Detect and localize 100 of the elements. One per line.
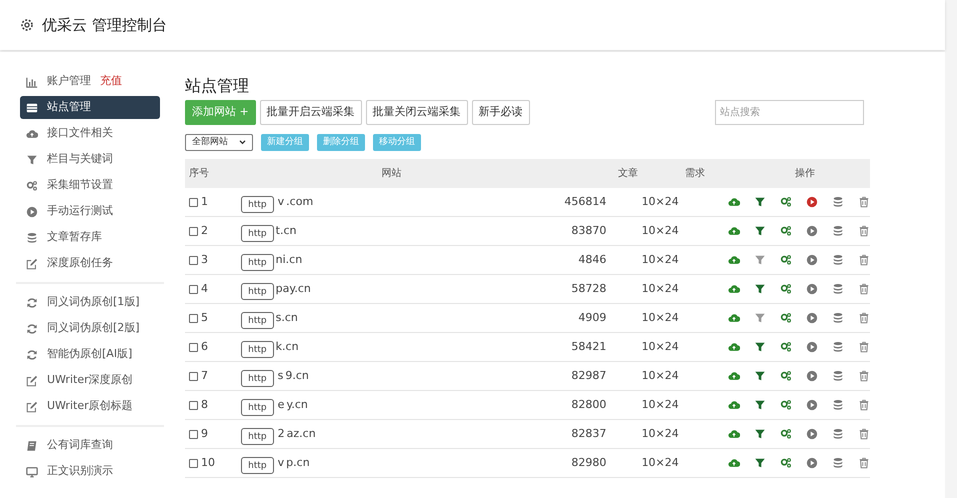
sidebar-item[interactable]: 公有词库查询: [20, 434, 160, 457]
demand-cell-text: 10×24: [640, 338, 680, 355]
row-number: 6: [201, 338, 208, 355]
row-checkbox[interactable]: [189, 372, 198, 380]
site-url: .com: [286, 194, 314, 210]
caret-icon: [239, 140, 246, 145]
row-checkbox[interactable]: [189, 256, 198, 264]
site-url: s: [278, 368, 284, 384]
sidebar-item[interactable]: 正文识别演示: [20, 460, 160, 483]
sidebar-item[interactable]: UWriter深度原创: [20, 369, 160, 392]
site-url: v: [278, 454, 284, 471]
row-number: 7: [201, 368, 208, 384]
gears-icon: [780, 254, 792, 266]
demand-cell-text: 10×24: [640, 396, 680, 413]
site-url: t.cn: [276, 222, 296, 239]
row-number: 2: [201, 222, 208, 239]
gears-icon: [780, 428, 792, 440]
toolbar-button[interactable]: 批量关闭云端采集: [366, 100, 468, 125]
site-url: az.cn: [286, 426, 316, 442]
trash-icon: [858, 196, 870, 208]
demand-cell-text: 10×24: [640, 310, 680, 326]
scheme-tag: http: [241, 283, 274, 300]
article-count: 82980: [570, 454, 608, 471]
scheme-tag: http: [241, 196, 274, 213]
sidebar-item[interactable]: 智能伪原创[AI版]: [20, 343, 160, 366]
article-count: 82987: [570, 368, 608, 384]
gears-icon: [780, 457, 792, 469]
trash-icon: [858, 370, 870, 382]
trash-icon: [858, 399, 870, 411]
row-checkbox[interactable]: [189, 430, 198, 438]
row-checkbox[interactable]: [189, 342, 198, 352]
demand-cell-text: 10×24: [640, 222, 680, 239]
gears-icon: [780, 225, 792, 237]
recharge-link[interactable]: 充值: [100, 73, 122, 90]
article-count: 82837: [570, 426, 608, 442]
row-checkbox[interactable]: [189, 284, 198, 294]
gears-icon: [780, 341, 792, 353]
cloud-upload-icon: [728, 370, 740, 382]
article-count: 58728: [570, 280, 608, 297]
row-checkbox[interactable]: [189, 226, 198, 236]
column-header: 操作: [794, 167, 816, 181]
row-checkbox[interactable]: [189, 314, 198, 322]
sidebar-item[interactable]: 采集细节设置: [20, 174, 160, 197]
sidebar-item[interactable]: 文章暂存库: [20, 226, 160, 249]
sidebar-item[interactable]: 同义词伪原创[2版]: [20, 317, 160, 340]
refresh-icon: [26, 296, 38, 308]
sidebar-item[interactable]: 账户管理 充值: [20, 70, 160, 93]
cloud-upload-icon: [728, 341, 740, 353]
edit-icon: [26, 258, 38, 270]
refresh-icon: [26, 348, 38, 360]
gears-icon: [780, 312, 792, 324]
sidebar-item[interactable]: 手动运行测试: [20, 200, 160, 223]
row-number: 1: [201, 194, 208, 210]
demand-cell-text: 10×24: [640, 368, 680, 384]
article-count: 82800: [570, 396, 608, 413]
row-checkbox[interactable]: [189, 458, 198, 468]
site-url: 2: [278, 426, 285, 442]
database-icon: [832, 283, 844, 295]
sidebar-item[interactable]: 深度原创任务: [20, 252, 160, 275]
scheme-tag: http: [241, 370, 274, 387]
site-url: ni.cn: [276, 252, 302, 268]
scheme-tag: http: [241, 254, 274, 271]
group-select[interactable]: 全部网站: [185, 134, 253, 151]
row-checkbox[interactable]: [189, 198, 198, 206]
row-checkbox[interactable]: [189, 400, 198, 410]
database-icon: [832, 225, 844, 237]
sidebar-item[interactable]: 同义词伪原创[1版]: [20, 291, 160, 314]
demand-cell-text: 10×24: [640, 252, 680, 268]
edit-icon: [26, 400, 38, 412]
settings-icon: [20, 18, 34, 32]
row-number: 9: [201, 426, 208, 442]
scheme-tag: http: [241, 225, 274, 242]
toolbar-button[interactable]: 批量开启云端采集: [260, 100, 362, 125]
row-number: 4: [201, 280, 208, 297]
cloud-upload-icon: [728, 196, 740, 208]
column-header: 文章: [617, 166, 639, 181]
sidebar-item[interactable]: 接口文件相关: [20, 122, 160, 145]
scheme-tag: http: [241, 312, 274, 329]
database-icon: [832, 428, 844, 440]
scheme-tag: http: [241, 428, 274, 445]
site-url: p.cn: [286, 454, 310, 471]
sidebar-item[interactable]: 站点管理: [20, 96, 160, 119]
scheme-tag: http: [241, 399, 274, 416]
site-url: pay.cn: [276, 280, 311, 297]
row-number: 10: [201, 454, 215, 471]
demand-cell-text: 10×24: [640, 454, 680, 471]
demand-cell-text: 10×24: [640, 194, 680, 210]
toolbar-button[interactable]: 新手必读: [472, 100, 530, 125]
search-field[interactable]: 站点搜索: [715, 100, 864, 125]
site-url: 9.cn: [285, 368, 309, 384]
edit-icon: [26, 374, 38, 386]
database-icon: [832, 457, 844, 469]
row-number: 5: [201, 310, 208, 326]
trash-icon: [858, 225, 870, 237]
column-header: 需求: [684, 166, 706, 181]
site-url: y.cn: [286, 396, 308, 413]
sidebar-item[interactable]: 栏目与关键词: [20, 148, 160, 171]
sidebar-item[interactable]: UWriter原创标题: [20, 395, 160, 418]
trash-icon: [858, 457, 870, 469]
database-icon: [832, 254, 844, 266]
